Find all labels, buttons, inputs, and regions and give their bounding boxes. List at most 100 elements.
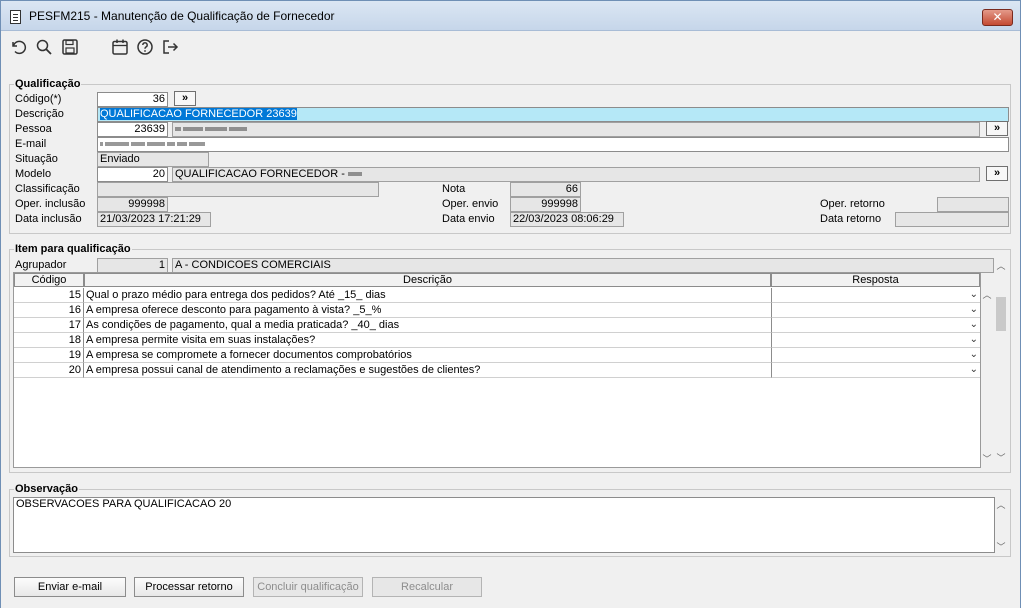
email-label: E-mail — [15, 138, 47, 150]
modelo-lookup-button[interactable]: » — [986, 166, 1008, 181]
codigo-label: Código(*) — [15, 93, 62, 105]
toolbar — [1, 32, 1020, 62]
recalcular-button[interactable]: Recalcular — [372, 577, 482, 597]
qualificacao-legend: Qualificação — [14, 77, 82, 91]
row-resposta-select[interactable]: ⌄ — [771, 363, 980, 378]
observacao-textarea[interactable]: OBSERVACOES PARA QUALIFICACAO 20 — [13, 497, 995, 553]
row-resposta-select[interactable]: ⌄ — [771, 303, 980, 318]
chevron-down-icon[interactable]: ⌄ — [970, 348, 978, 362]
table-row[interactable]: 15 Qual o prazo médio para entrega dos pe… — [14, 288, 980, 303]
row-resposta-select[interactable]: ⌄ — [771, 318, 980, 333]
oper-retorno-field — [937, 197, 1009, 212]
pessoa-lookup-button[interactable]: » — [986, 121, 1008, 136]
row-descricao: A empresa se compromete a fornecer docum… — [84, 348, 771, 363]
nota-field: 66 — [510, 182, 581, 197]
search-icon[interactable] — [35, 38, 53, 56]
pessoa-code-field[interactable]: 23639 — [97, 122, 168, 137]
oper-envio-field: 999998 — [510, 197, 581, 212]
chevron-down-icon[interactable]: ⌄ — [970, 318, 978, 332]
chevron-down-icon[interactable]: ⌄ — [970, 363, 978, 377]
row-codigo: 17 — [14, 318, 84, 333]
row-descricao: A empresa permite visita em suas instala… — [84, 333, 771, 348]
descricao-label: Descrição — [15, 108, 64, 120]
classificacao-label: Classificação — [15, 183, 80, 195]
exit-icon[interactable] — [161, 38, 179, 56]
modelo-desc-field: QUALIFICACAO FORNECEDOR - — [172, 167, 980, 182]
document-icon — [10, 10, 21, 24]
data-envio-label: Data envio — [442, 213, 495, 225]
oper-retorno-label: Oper. retorno — [820, 198, 885, 210]
data-inclusao-field: 21/03/2023 17:21:29 — [97, 212, 211, 227]
nota-label: Nota — [442, 183, 466, 195]
col-header-resposta[interactable]: Resposta — [771, 273, 980, 287]
row-codigo: 19 — [14, 348, 84, 363]
inner-scroll-down-icon[interactable]: ﹀ — [980, 452, 994, 466]
table-row[interactable]: 17 As condições de pagamento, qual a medi… — [14, 318, 980, 333]
row-descricao: A empresa oferece desconto para pagament… — [84, 303, 771, 318]
situacao-field: Enviado — [97, 152, 209, 167]
data-inclusao-label: Data inclusão — [15, 213, 82, 225]
window-title: PESFM215 - Manutenção de Qualificação de… — [29, 9, 335, 23]
situacao-label: Situação — [15, 153, 58, 165]
chevron-down-icon[interactable]: ⌄ — [970, 333, 978, 347]
obs-scroll-up-icon[interactable]: ︿ — [994, 498, 1008, 512]
obs-scroll-down-icon[interactable]: ﹀ — [994, 540, 1008, 554]
data-retorno-field — [895, 212, 1009, 227]
inner-scroll-up-icon[interactable]: ︿ — [980, 288, 994, 302]
table-row[interactable]: 16 A empresa oferece desconto para pagame… — [14, 303, 980, 318]
modelo-code-field[interactable]: 20 — [97, 167, 168, 182]
item-legend: Item para qualificação — [14, 242, 132, 256]
descricao-selected-text: QUALIFICACAO FORNECEDOR 23639 — [100, 108, 297, 120]
modelo-desc-text: QUALIFICACAO FORNECEDOR - — [175, 168, 345, 180]
row-descricao: As condições de pagamento, qual a media … — [84, 318, 771, 333]
grid-scrollbar[interactable]: ︿ ﹀ — [994, 259, 1008, 467]
title-bar: PESFM215 - Manutenção de Qualificação de… — [1, 1, 1020, 31]
help-icon[interactable] — [136, 38, 154, 56]
chevron-down-icon[interactable]: ⌄ — [970, 303, 978, 317]
main-window: PESFM215 - Manutenção de Qualificação de… — [0, 0, 1021, 608]
col-header-descricao[interactable]: Descrição — [84, 273, 771, 287]
scroll-thumb[interactable] — [996, 297, 1006, 331]
classificacao-field — [97, 182, 379, 197]
row-codigo: 20 — [14, 363, 84, 378]
data-retorno-label: Data retorno — [820, 213, 882, 225]
enviar-email-button[interactable]: Enviar e-mail — [14, 577, 126, 597]
scroll-down-icon[interactable]: ﹀ — [994, 451, 1008, 465]
oper-envio-label: Oper. envio — [442, 198, 499, 210]
codigo-field[interactable]: 36 — [97, 92, 168, 107]
table-row[interactable]: 20 A empresa possui canal de atendimento … — [14, 363, 980, 378]
processar-retorno-button[interactable]: Processar retorno — [134, 577, 244, 597]
agrupador-code-field: 1 — [97, 258, 168, 273]
row-descricao: Qual o prazo médio para entrega dos pedi… — [84, 288, 771, 303]
close-button[interactable]: ✕ — [982, 9, 1013, 26]
agrupador-label: Agrupador — [15, 259, 67, 271]
chevron-down-icon[interactable]: ⌄ — [970, 288, 978, 302]
questions-grid: Código Descrição Resposta 15 Qual o prazo… — [13, 272, 981, 468]
agrupador-desc-field: A - CONDICOES COMERCIAIS — [172, 258, 994, 273]
pessoa-label: Pessoa — [15, 123, 52, 135]
oper-inclusao-label: Oper. inclusão — [15, 198, 86, 210]
table-row[interactable]: 19 A empresa se compromete a fornecer doc… — [14, 348, 980, 363]
row-codigo: 18 — [14, 333, 84, 348]
email-field[interactable] — [97, 137, 1009, 152]
table-row[interactable]: 18 A empresa permite visita em suas insta… — [14, 333, 980, 348]
codigo-lookup-button[interactable]: » — [174, 91, 196, 106]
modelo-label: Modelo — [15, 168, 52, 180]
data-envio-field: 22/03/2023 08:06:29 — [510, 212, 624, 227]
pessoa-name-field — [172, 122, 980, 137]
row-resposta-select[interactable]: ⌄ — [771, 348, 980, 363]
row-resposta-select[interactable]: ⌄ — [771, 333, 980, 348]
concluir-qualificacao-button[interactable]: Concluir qualificação — [253, 577, 363, 597]
save-icon[interactable] — [61, 38, 79, 56]
row-codigo: 15 — [14, 288, 84, 303]
scroll-up-icon[interactable]: ︿ — [994, 259, 1008, 273]
descricao-field[interactable]: QUALIFICACAO FORNECEDOR 23639 — [97, 107, 1009, 122]
observacao-legend: Observação — [14, 482, 79, 496]
oper-inclusao-field: 999998 — [97, 197, 168, 212]
calendar-icon[interactable] — [111, 38, 129, 56]
col-header-codigo[interactable]: Código — [14, 273, 84, 287]
undo-icon[interactable] — [9, 38, 27, 56]
row-codigo: 16 — [14, 303, 84, 318]
form-content: Qualificação Código(*) 36 » Descrição QU… — [1, 62, 1020, 608]
row-resposta-select[interactable]: ⌄ — [771, 288, 980, 303]
